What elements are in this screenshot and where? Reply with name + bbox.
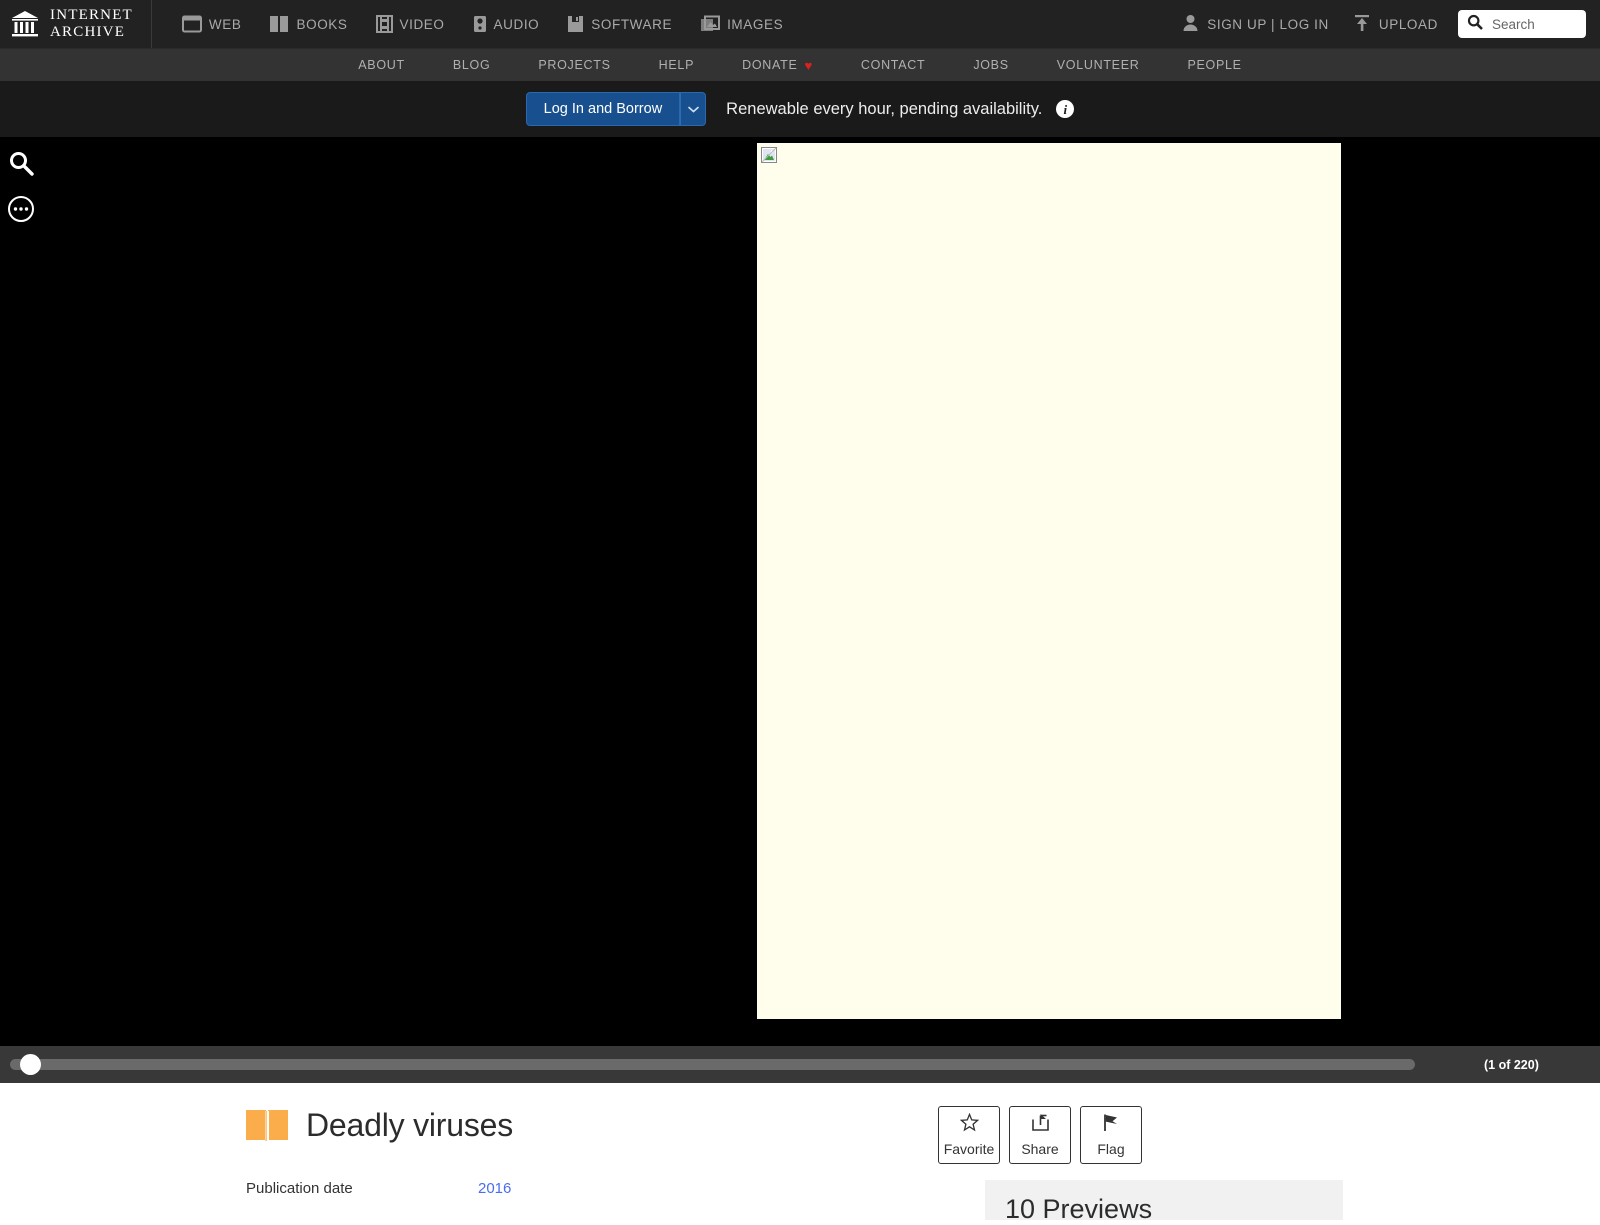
logo-wordmark: INTERNET ARCHIVE xyxy=(50,8,133,40)
subnav-item-donate[interactable]: DONATE ♥ xyxy=(718,49,837,82)
previews-title: 10 Previews xyxy=(1005,1194,1153,1224)
info-icon[interactable]: i xyxy=(1056,100,1075,118)
share-button[interactable]: Share xyxy=(1009,1106,1071,1164)
page-slider-handle[interactable] xyxy=(20,1054,41,1075)
book-page-image[interactable] xyxy=(757,143,1341,1019)
signup-login-label: SIGN UP | LOG IN xyxy=(1207,16,1329,32)
borrow-note-text: Renewable every hour, pending availabili… xyxy=(726,99,1043,118)
reader-more-options-button[interactable] xyxy=(6,194,36,224)
broken-image-placeholder-icon xyxy=(761,147,777,163)
star-icon xyxy=(959,1112,979,1137)
secondary-navigation-bar: ABOUT BLOG PROJECTS HELP DONATE ♥ CONTAC… xyxy=(0,48,1600,81)
subnav-item-projects[interactable]: PROJECTS xyxy=(514,49,634,82)
magnifier-icon xyxy=(10,152,34,176)
film-strip-icon xyxy=(375,15,393,33)
subnav-item-contact[interactable]: CONTACT xyxy=(837,49,949,82)
subnav-label-contact: CONTACT xyxy=(860,57,926,72)
share-arrow-icon xyxy=(1031,1113,1050,1137)
item-action-buttons: Favorite Share Flag xyxy=(938,1106,1142,1164)
item-title-row: Deadly viruses xyxy=(246,1107,1354,1144)
open-book-icon xyxy=(269,15,289,33)
user-avatar-icon xyxy=(1182,14,1199,35)
page-title: Deadly viruses xyxy=(306,1107,514,1143)
top-navigation-bar: INTERNET ARCHIVE WEB BOOKS VIDEO AUDIO S… xyxy=(0,0,1600,48)
nav-link-images-label: IMAGES xyxy=(727,16,784,32)
favorite-button-label: Favorite xyxy=(943,1141,995,1157)
subnav-label-donate: DONATE xyxy=(742,57,798,72)
logo-line-2: ARCHIVE xyxy=(50,24,126,40)
archive-temple-icon xyxy=(10,9,40,39)
photos-icon xyxy=(700,15,721,33)
chevron-down-icon[interactable] xyxy=(680,92,707,126)
nav-link-software-label: SOFTWARE xyxy=(591,16,673,32)
item-details-section: Deadly viruses Favorite Share Flag Publi… xyxy=(0,1083,1600,1225)
heart-icon: ♥ xyxy=(804,57,813,73)
borrow-availability-note: Renewable every hour, pending availabili… xyxy=(726,99,1075,119)
subnav-label-help: HELP xyxy=(658,57,695,72)
nav-link-web[interactable]: WEB xyxy=(168,0,256,48)
flag-icon xyxy=(1102,1113,1121,1137)
reader-search-button[interactable] xyxy=(6,148,36,178)
subnav-label-about: ABOUT xyxy=(358,57,405,72)
subnav-label-blog: BLOG xyxy=(452,57,491,72)
subnav-item-volunteer[interactable]: VOLUNTEER xyxy=(1033,49,1164,82)
subnav-label-people: PEOPLE xyxy=(1187,57,1242,72)
search-box[interactable] xyxy=(1458,10,1586,38)
reader-tool-rail xyxy=(0,138,42,1046)
search-input[interactable] xyxy=(1492,16,1577,32)
nav-right-group: SIGN UP | LOG IN UPLOAD xyxy=(1170,0,1586,48)
nav-link-video-label: VIDEO xyxy=(399,16,445,32)
book-page-stage[interactable] xyxy=(42,138,1600,1046)
borrow-button-group: Log In and Borrow xyxy=(525,92,707,126)
subnav-item-help[interactable]: HELP xyxy=(635,49,718,82)
book-reader-viewport xyxy=(0,138,1600,1046)
subnav-label-projects: PROJECTS xyxy=(538,57,611,72)
page-counter: (1 of 220) xyxy=(1484,1057,1539,1072)
subnav-label-volunteer: VOLUNTEER xyxy=(1056,57,1140,72)
previews-panel: 10 Previews xyxy=(985,1180,1343,1224)
ellipsis-circle-icon xyxy=(8,196,34,222)
share-button-label: Share xyxy=(1021,1141,1059,1157)
subnav-item-people[interactable]: PEOPLE xyxy=(1163,49,1265,82)
flag-button-label: Flag xyxy=(1097,1141,1125,1157)
page-slider[interactable] xyxy=(10,1054,1466,1075)
nav-link-books[interactable]: BOOKS xyxy=(255,0,361,48)
page-slider-track[interactable] xyxy=(10,1059,1416,1070)
flag-button[interactable]: Flag xyxy=(1080,1106,1142,1164)
borrow-action-bar: Log In and Borrow Renewable every hour, … xyxy=(0,81,1600,138)
nav-link-books-label: BOOKS xyxy=(296,16,348,32)
subnav-item-jobs[interactable]: JOBS xyxy=(949,49,1032,82)
upload-arrow-icon xyxy=(1353,14,1371,35)
subnav-item-blog[interactable]: BLOG xyxy=(429,49,515,82)
nav-link-web-label: WEB xyxy=(208,16,242,32)
signup-login-link[interactable]: SIGN UP | LOG IN xyxy=(1170,0,1341,48)
floppy-disk-icon xyxy=(567,15,584,33)
metadata-label-publication-date: Publication date xyxy=(246,1180,353,1197)
open-book-orange-icon xyxy=(246,1109,288,1142)
magnifier-icon xyxy=(1467,14,1483,35)
nav-link-software[interactable]: SOFTWARE xyxy=(553,0,686,48)
nav-link-video[interactable]: VIDEO xyxy=(362,0,459,48)
speaker-icon xyxy=(473,15,487,33)
web-window-icon xyxy=(181,15,202,33)
page-scrubber-bar: (1 of 220) xyxy=(0,1046,1600,1083)
favorite-button[interactable]: Favorite xyxy=(938,1106,1000,1164)
subnav-item-about[interactable]: ABOUT xyxy=(334,49,429,82)
media-type-links: WEB BOOKS VIDEO AUDIO SOFTWARE IMAGES xyxy=(168,0,797,48)
nav-link-audio-label: AUDIO xyxy=(493,16,540,32)
upload-link[interactable]: UPLOAD xyxy=(1341,0,1450,48)
internet-archive-logo[interactable]: INTERNET ARCHIVE xyxy=(10,0,152,48)
subnav-label-jobs: JOBS xyxy=(973,57,1009,72)
nav-link-images[interactable]: IMAGES xyxy=(686,0,797,48)
log-in-and-borrow-button[interactable]: Log In and Borrow xyxy=(525,92,681,126)
logo-line-1: INTERNET xyxy=(50,7,133,23)
upload-label: UPLOAD xyxy=(1378,16,1438,32)
metadata-value-publication-date[interactable]: 2016 xyxy=(478,1180,511,1197)
nav-link-audio[interactable]: AUDIO xyxy=(459,0,554,48)
